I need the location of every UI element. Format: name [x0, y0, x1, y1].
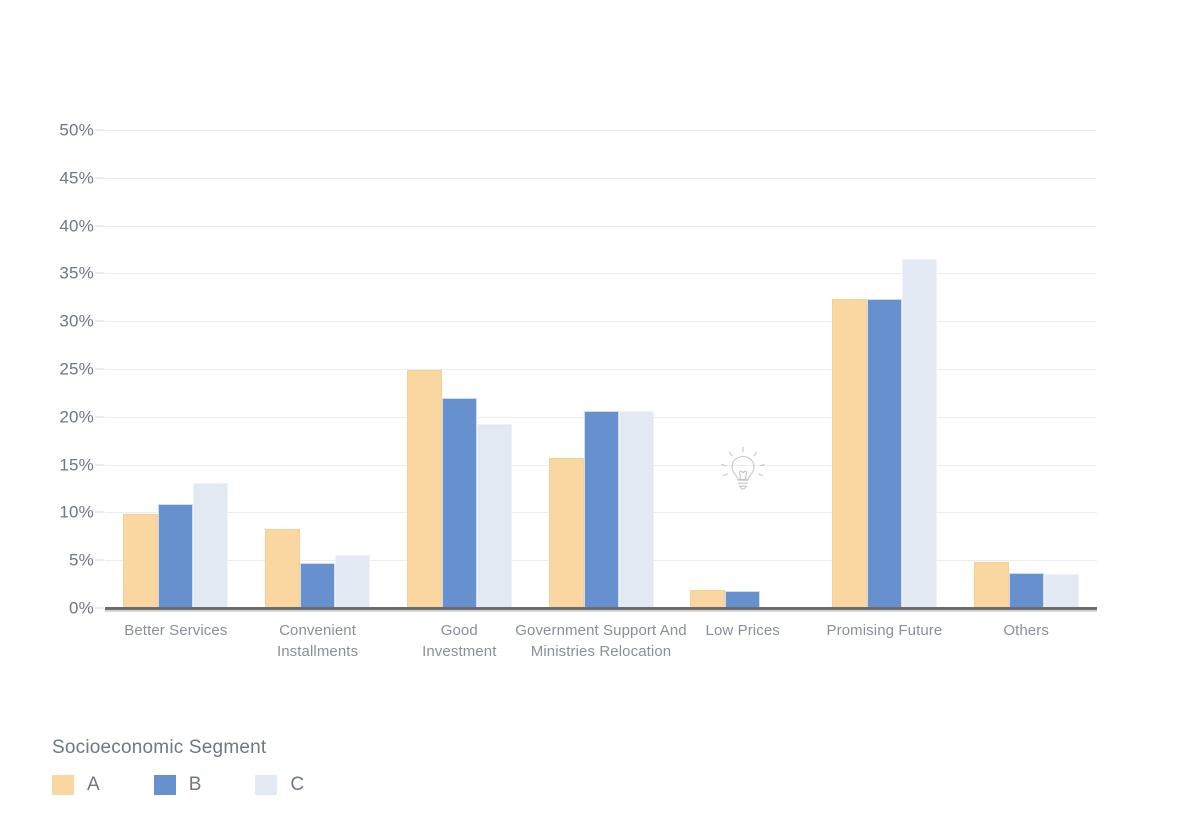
- bar-group: [548, 130, 654, 608]
- y-axis-tick: [95, 177, 104, 179]
- x-axis-category-label: Others: [1003, 622, 1049, 639]
- y-axis-tick-label: 20%: [59, 407, 94, 427]
- bar-group: [406, 130, 512, 608]
- y-axis-tick-label: 0%: [69, 598, 94, 618]
- bar[interactable]: [335, 555, 371, 608]
- x-axis-line-shadow: [105, 610, 1097, 612]
- y-axis-tick: [95, 511, 104, 513]
- y-axis-tick: [95, 320, 104, 322]
- legend-item-label: B: [188, 774, 202, 795]
- y-axis-tick: [95, 607, 104, 609]
- bar[interactable]: [123, 514, 159, 608]
- bar-group: [831, 130, 937, 608]
- bar[interactable]: [866, 299, 902, 608]
- bar[interactable]: [265, 528, 301, 608]
- plot-area: [105, 130, 1097, 608]
- bar-group: [973, 130, 1079, 608]
- legend-item-a[interactable]: A: [52, 775, 100, 795]
- y-axis-tick-label: 45%: [59, 168, 94, 188]
- lightbulb-icon: [718, 443, 768, 495]
- bar[interactable]: [973, 562, 1009, 608]
- y-axis-tick-label: 10%: [59, 502, 94, 522]
- y-axis-tick: [95, 368, 104, 370]
- legend: Socioeconomic Segment A B C: [52, 735, 552, 795]
- bar[interactable]: [1008, 572, 1044, 608]
- bar[interactable]: [1043, 573, 1079, 608]
- x-axis-category-labels: Better Services Convenient Installments Goo…: [105, 620, 1097, 690]
- bar-group: [690, 130, 795, 608]
- y-axis-tick-label: 40%: [59, 216, 94, 236]
- bar[interactable]: [406, 369, 442, 608]
- y-axis: 0% 5% 10% 15% 20% 25% 30% 35% 40% 45% 50%: [32, 122, 104, 617]
- legend-swatch-icon: [255, 775, 278, 795]
- y-axis-tick-label: 30%: [59, 311, 94, 331]
- bar[interactable]: [300, 563, 336, 608]
- legend-item-label: A: [87, 774, 100, 795]
- bar[interactable]: [618, 411, 654, 608]
- legend-title: Socioeconomic Segment: [52, 737, 267, 758]
- bar[interactable]: [193, 482, 229, 608]
- y-axis-tick-label: 5%: [69, 550, 94, 570]
- bar[interactable]: [158, 503, 194, 608]
- bar[interactable]: [548, 457, 584, 608]
- bar[interactable]: [831, 299, 867, 608]
- y-axis-tick: [95, 225, 104, 227]
- bar-group: [123, 130, 229, 608]
- y-axis-tick: [95, 416, 104, 418]
- y-axis-tick-label: 35%: [59, 263, 94, 283]
- y-axis-tick: [95, 559, 104, 561]
- y-axis-tick-label: 25%: [59, 359, 94, 379]
- legend-items: A B C: [52, 775, 552, 795]
- bar[interactable]: [441, 397, 477, 608]
- bar[interactable]: [583, 411, 619, 608]
- bar-group: [265, 130, 371, 608]
- legend-swatch-icon: [52, 775, 74, 795]
- y-axis-tick-label: 15%: [59, 455, 94, 475]
- bar[interactable]: [690, 589, 726, 608]
- grouped-bar-chart: 0% 5% 10% 15% 20% 25% 30% 35% 40% 45% 50% Better S…: [0, 0, 1200, 824]
- legend-swatch-icon: [153, 775, 176, 795]
- y-axis-tick-label: 50%: [59, 120, 94, 140]
- bar[interactable]: [476, 423, 512, 608]
- legend-item-c[interactable]: C: [255, 775, 304, 795]
- bar[interactable]: [725, 590, 761, 608]
- bar[interactable]: [901, 259, 937, 608]
- y-axis-tick: [95, 272, 104, 274]
- y-axis-tick: [95, 129, 104, 131]
- legend-item-b[interactable]: B: [153, 774, 202, 795]
- legend-item-label: C: [290, 774, 305, 795]
- y-axis-tick: [95, 464, 104, 466]
